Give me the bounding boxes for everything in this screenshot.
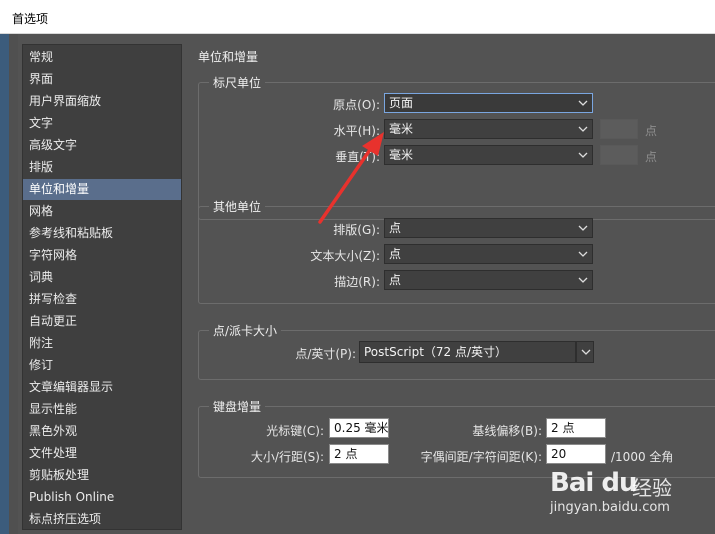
- annotation-arrow-icon: [318, 132, 384, 224]
- size-leading-field[interactable]: 2 点: [329, 444, 389, 464]
- ruler-units-legend: 标尺单位: [209, 74, 266, 91]
- sidebar-item-display-performance[interactable]: 显示性能: [23, 399, 181, 420]
- vertical-unit: 点: [645, 150, 658, 164]
- sidebar-item-black-appearance[interactable]: 黑色外观: [23, 421, 181, 442]
- points-per-inch-label: 点/英寸(P):: [295, 347, 356, 361]
- background-strip: [0, 34, 9, 534]
- horizontal-custom-field: [600, 119, 638, 139]
- sidebar-item-interface[interactable]: 界面: [23, 69, 181, 90]
- composition-value: 点: [389, 221, 402, 235]
- cursor-key-label: 光标键(C):: [266, 424, 324, 438]
- point-pica-legend: 点/派卡大小: [209, 322, 282, 339]
- title-bar: 首选项: [0, 0, 715, 34]
- sidebar-item-composition[interactable]: 排版: [23, 157, 181, 178]
- points-per-inch-dropdown[interactable]: [576, 341, 594, 363]
- other-units-legend: 其他单位: [209, 198, 266, 215]
- chevron-down-icon: [578, 271, 588, 289]
- stroke-select[interactable]: 点: [384, 270, 593, 290]
- watermark-logo: Bai du: [550, 468, 637, 498]
- kerning-field[interactable]: 20: [546, 444, 606, 464]
- sidebar-item-grids[interactable]: 网格: [23, 201, 181, 222]
- sidebar-item-dictionary[interactable]: 词典: [23, 267, 181, 288]
- baseline-shift-label: 基线偏移(B):: [472, 424, 542, 438]
- watermark-cn: 经验: [632, 476, 672, 500]
- points-per-inch-value: PostScript（72 点/英寸）: [364, 345, 508, 359]
- chevron-down-icon: [578, 120, 588, 138]
- stroke-value: 点: [389, 273, 402, 287]
- vertical-value: 毫米: [389, 148, 414, 162]
- horizontal-unit: 点: [645, 124, 658, 138]
- sidebar-item-ui-scaling[interactable]: 用户界面缩放: [23, 91, 181, 112]
- text-size-select[interactable]: 点: [384, 244, 593, 264]
- sidebar-item-notes[interactable]: 附注: [23, 333, 181, 354]
- keyboard-increments-legend: 键盘增量: [209, 398, 266, 415]
- page-title: 单位和增量: [198, 50, 259, 64]
- sidebar-item-clipboard[interactable]: 剪贴板处理: [23, 465, 181, 486]
- composition-select[interactable]: 点: [384, 218, 593, 238]
- size-leading-label: 大小/行距(S):: [250, 450, 324, 464]
- origin-value: 页面: [389, 96, 414, 110]
- window-title: 首选项: [12, 12, 49, 26]
- sidebar-item-track-changes[interactable]: 修订: [23, 355, 181, 376]
- stroke-label: 描边(R):: [334, 275, 380, 289]
- origin-select[interactable]: 页面: [384, 93, 593, 113]
- text-size-label: 文本大小(Z):: [310, 249, 380, 263]
- points-per-inch-select[interactable]: PostScript（72 点/英寸）: [359, 341, 576, 363]
- horizontal-select[interactable]: 毫米: [384, 119, 593, 139]
- text-size-value: 点: [389, 247, 402, 261]
- origin-label: 原点(O):: [333, 98, 380, 112]
- baseline-shift-field[interactable]: 2 点: [546, 418, 606, 438]
- background-strip-2: [9, 34, 18, 534]
- sidebar-item-mojikumi[interactable]: 标点挤压选项: [23, 509, 181, 530]
- preferences-sidebar: 常规 界面 用户界面缩放 文字 高级文字 排版 单位和增量 网格 参考线和粘贴板…: [22, 44, 182, 530]
- vertical-select[interactable]: 毫米: [384, 145, 593, 165]
- chevron-down-icon: [578, 245, 588, 263]
- settings-panel: 单位和增量 标尺单位 原点(O): 页面 水平(H): 毫米 点 垂直(T): …: [196, 44, 715, 534]
- sidebar-item-story-editor[interactable]: 文章编辑器显示: [23, 377, 181, 398]
- watermark-url: jingyan.baidu.com: [550, 500, 670, 515]
- baidu-watermark: Bai du 经验 jingyan.baidu.com: [546, 466, 686, 526]
- sidebar-item-advanced-type[interactable]: 高级文字: [23, 135, 181, 156]
- sidebar-item-frame-grid[interactable]: 字符网格: [23, 245, 181, 266]
- sidebar-item-autocorrect[interactable]: 自动更正: [23, 311, 181, 332]
- chevron-down-icon: [581, 349, 591, 355]
- sidebar-item-file-handling[interactable]: 文件处理: [23, 443, 181, 464]
- sidebar-item-spelling[interactable]: 拼写检查: [23, 289, 181, 310]
- vertical-custom-field: [600, 145, 638, 165]
- sidebar-item-type[interactable]: 文字: [23, 113, 181, 134]
- sidebar-item-guides-pasteboard[interactable]: 参考线和粘贴板: [23, 223, 181, 244]
- kerning-suffix: /1000 全角: [611, 450, 674, 464]
- chevron-down-icon: [578, 94, 588, 112]
- sidebar-item-general[interactable]: 常规: [23, 47, 181, 68]
- chevron-down-icon: [578, 219, 588, 237]
- sidebar-item-units-increments[interactable]: 单位和增量: [23, 179, 181, 200]
- sidebar-item-publish-online[interactable]: Publish Online: [23, 487, 181, 508]
- chevron-down-icon: [578, 146, 588, 164]
- kerning-label: 字偶间距/字符间距(K):: [420, 450, 542, 464]
- cursor-key-field[interactable]: 0.25 毫米: [329, 418, 389, 438]
- horizontal-value: 毫米: [389, 122, 414, 136]
